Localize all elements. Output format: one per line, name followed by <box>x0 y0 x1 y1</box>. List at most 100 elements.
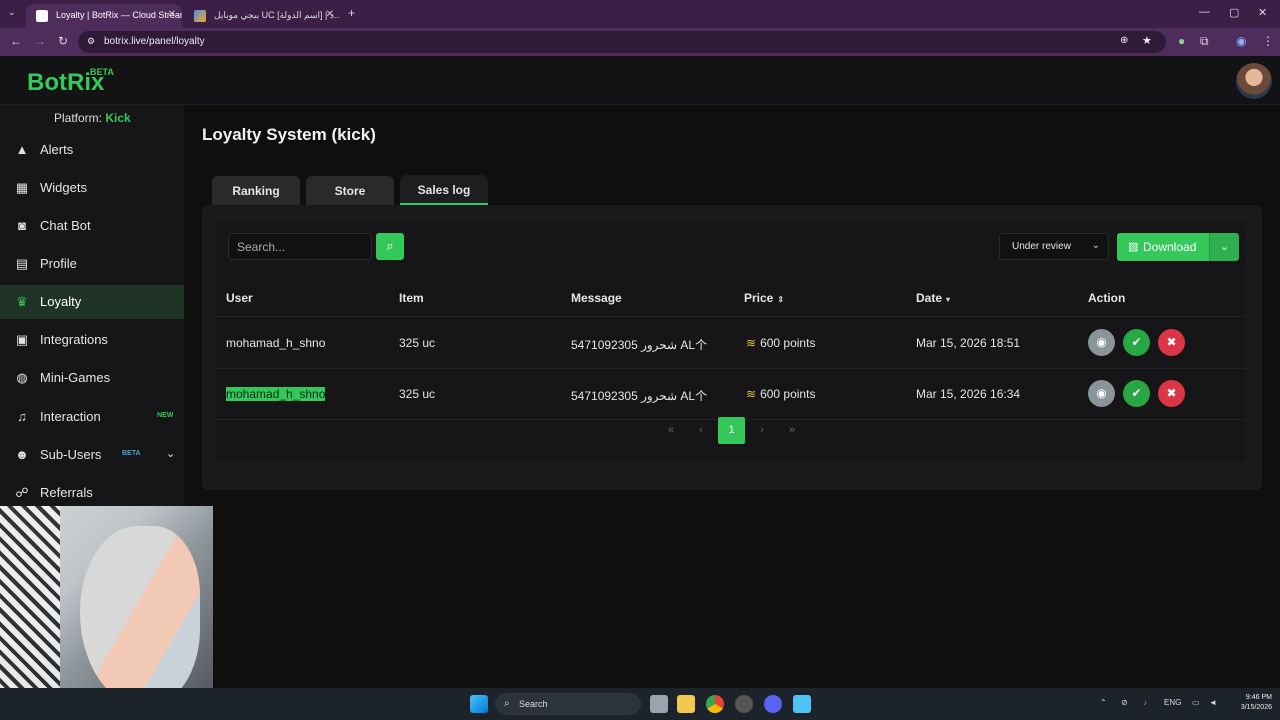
sidebar-item-widgets[interactable]: ▦ Widgets <box>0 171 184 205</box>
approve-button[interactable]: ✔ <box>1123 380 1150 407</box>
browser-tab-loyalty[interactable]: Loyalty | BotRix — Cloud Stream ✕ <box>26 4 182 28</box>
sidebar-item-label: Sub-Users <box>40 447 102 462</box>
chrome-icon[interactable] <box>706 695 724 713</box>
profile-icon[interactable]: ◉ <box>1236 34 1246 48</box>
notepad-icon[interactable] <box>793 695 811 713</box>
cell-item: 325 uc <box>399 336 436 350</box>
app-header: BotRix BETA <box>0 57 1280 105</box>
prev-page-icon[interactable]: ‹ <box>691 424 711 436</box>
forward-icon[interactable]: → <box>34 34 46 48</box>
botrix-favicon-icon <box>36 10 48 22</box>
menu-kebab-icon[interactable]: ⋮ <box>1262 34 1274 48</box>
back-icon[interactable]: ← <box>10 34 22 48</box>
extension-icon[interactable]: ● <box>1178 34 1185 48</box>
sidebar-item-label: Integrations <box>40 332 108 347</box>
reject-button[interactable]: ✖ <box>1158 329 1185 356</box>
sidebar-item-alerts[interactable]: ▲ Alerts <box>0 133 184 167</box>
chevron-down-icon[interactable]: ⌄ <box>166 447 175 460</box>
next-page-icon[interactable]: › <box>752 424 772 436</box>
browser-tab-pubg[interactable]: ببجي موبايل UC [اسم الدولة] | د... ✕ <box>184 4 340 28</box>
extensions-puzzle-icon[interactable]: ⧉ <box>1200 34 1209 49</box>
search-icon: ⌕ <box>386 238 394 253</box>
view-button[interactable]: ◉ <box>1088 380 1115 407</box>
download-options-toggle[interactable]: ⌄ <box>1209 233 1239 261</box>
reload-icon[interactable]: ↻ <box>58 34 68 48</box>
tray-chevron-icon[interactable]: ⌃ <box>1100 698 1107 707</box>
tab-ranking[interactable]: Ranking <box>212 176 300 206</box>
sidebar-item-interaction[interactable]: ♫ Interaction NEW <box>0 400 184 434</box>
new-badge: NEW <box>157 412 174 419</box>
referrals-icon: ☍ <box>15 485 29 500</box>
search-button[interactable]: ⌕ <box>376 233 404 260</box>
cell-message: 5471092305 شحرور AL个 <box>571 389 708 403</box>
sidebar-item-referrals[interactable]: ☍ Referrals <box>0 476 184 510</box>
sort-desc-icon: ▾ <box>946 295 951 304</box>
maximize-icon[interactable]: ▢ <box>1229 6 1239 19</box>
column-header-user: User <box>226 291 253 305</box>
search-icon: ⌕ <box>504 698 510 709</box>
volume-icon[interactable]: ◄ <box>1209 698 1217 707</box>
last-page-icon[interactable]: » <box>782 424 802 436</box>
app-icon[interactable] <box>735 695 753 713</box>
column-header-date[interactable]: Date ▾ <box>916 291 950 305</box>
taskbar-clock[interactable]: 9:46 PM 3/15/2026 <box>1228 693 1272 713</box>
minimize-icon[interactable]: — <box>1199 6 1210 18</box>
language-indicator[interactable]: ENG <box>1164 698 1181 707</box>
column-header-price[interactable]: Price ⇕ <box>744 291 784 305</box>
approve-button[interactable]: ✔ <box>1123 329 1150 356</box>
sidebar-item-mini-games[interactable]: ◍ Mini-Games <box>0 361 184 395</box>
excel-file-icon: ▨ <box>1128 241 1139 253</box>
coins-icon: ≋ <box>746 336 757 350</box>
cell-item: 325 uc <box>399 387 436 401</box>
selected-user-text: mohamad_h_shno <box>226 387 326 401</box>
sales-log-panel: ⌕ Under review ⌄ ▨ Download ⌄ User Item … <box>202 205 1262 490</box>
discord-icon[interactable] <box>764 695 782 713</box>
platform-indicator: Platform: Kick <box>54 111 131 125</box>
sidebar-item-chat-bot[interactable]: ◙ Chat Bot <box>0 209 184 243</box>
network-icon[interactable]: ▭ <box>1192 698 1200 707</box>
platform-value: Kick <box>105 111 131 125</box>
sidebar-item-integrations[interactable]: ▣ Integrations <box>0 323 184 357</box>
sidebar-item-profile[interactable]: ▤ Profile <box>0 247 184 281</box>
address-bar[interactable]: ⚙ botrix.live/panel/loyalty ⊕ ★ <box>78 31 1166 53</box>
column-header-item: Item <box>399 291 424 305</box>
page-button-current[interactable]: 1 <box>718 417 745 444</box>
users-icon: ☻ <box>15 447 29 462</box>
cell-user: mohamad_h_shno <box>226 336 326 350</box>
sidebar-item-label: Widgets <box>40 180 87 195</box>
header-divider <box>216 316 1246 317</box>
sidebar-item-label: Alerts <box>40 142 74 157</box>
windows-start-icon[interactable] <box>470 695 488 713</box>
taskbar-search[interactable]: ⌕ Search <box>495 693 641 715</box>
sidebar-item-loyalty[interactable]: ♛ Loyalty <box>0 285 184 319</box>
sidebar-item-label: Loyalty <box>40 294 82 309</box>
download-button[interactable]: ▨ Download <box>1117 233 1209 261</box>
file-explorer-icon[interactable] <box>677 695 695 713</box>
integrations-icon: ▣ <box>15 332 29 347</box>
site-info-icon[interactable]: ⚙ <box>87 36 95 47</box>
view-button[interactable]: ◉ <box>1088 329 1115 356</box>
id-card-icon: ▤ <box>15 256 29 271</box>
tray-network-off-icon[interactable]: ⊘ <box>1121 698 1128 707</box>
tab-sales-log[interactable]: Sales log <box>400 175 488 205</box>
status-filter-select[interactable]: Under review ⌄ <box>999 233 1109 260</box>
new-tab-icon[interactable]: + <box>348 6 355 20</box>
main-content: Loyalty System (kick) Ranking Store Sale… <box>184 105 1280 688</box>
tab-list-icon[interactable]: ⌄ <box>8 7 16 18</box>
window-close-icon[interactable]: ✕ <box>1258 6 1267 19</box>
tab-store[interactable]: Store <box>306 176 394 206</box>
reject-button[interactable]: ✖ <box>1158 380 1185 407</box>
grid-icon: ▦ <box>15 180 29 195</box>
close-tab-icon[interactable]: ✕ <box>168 9 176 20</box>
search-input[interactable] <box>228 233 372 260</box>
sidebar-item-sub-users[interactable]: ☻ Sub-Users BETA ⌄ <box>0 438 184 472</box>
microphone-icon[interactable]: ♪ <box>1143 698 1147 707</box>
first-page-icon[interactable]: « <box>661 424 681 436</box>
close-tab-icon[interactable]: ✕ <box>326 9 334 20</box>
user-avatar[interactable] <box>1236 63 1272 99</box>
browser-tab-bar: ⌄ Loyalty | BotRix — Cloud Stream ✕ ببجي… <box>0 0 1280 28</box>
task-view-icon[interactable] <box>650 695 668 713</box>
zoom-icon[interactable]: ⊕ <box>1120 35 1128 46</box>
browser-toolbar: ← → ↻ ⚙ botrix.live/panel/loyalty ⊕ ★ ● … <box>0 28 1280 56</box>
bookmark-star-icon[interactable]: ★ <box>1142 34 1152 47</box>
